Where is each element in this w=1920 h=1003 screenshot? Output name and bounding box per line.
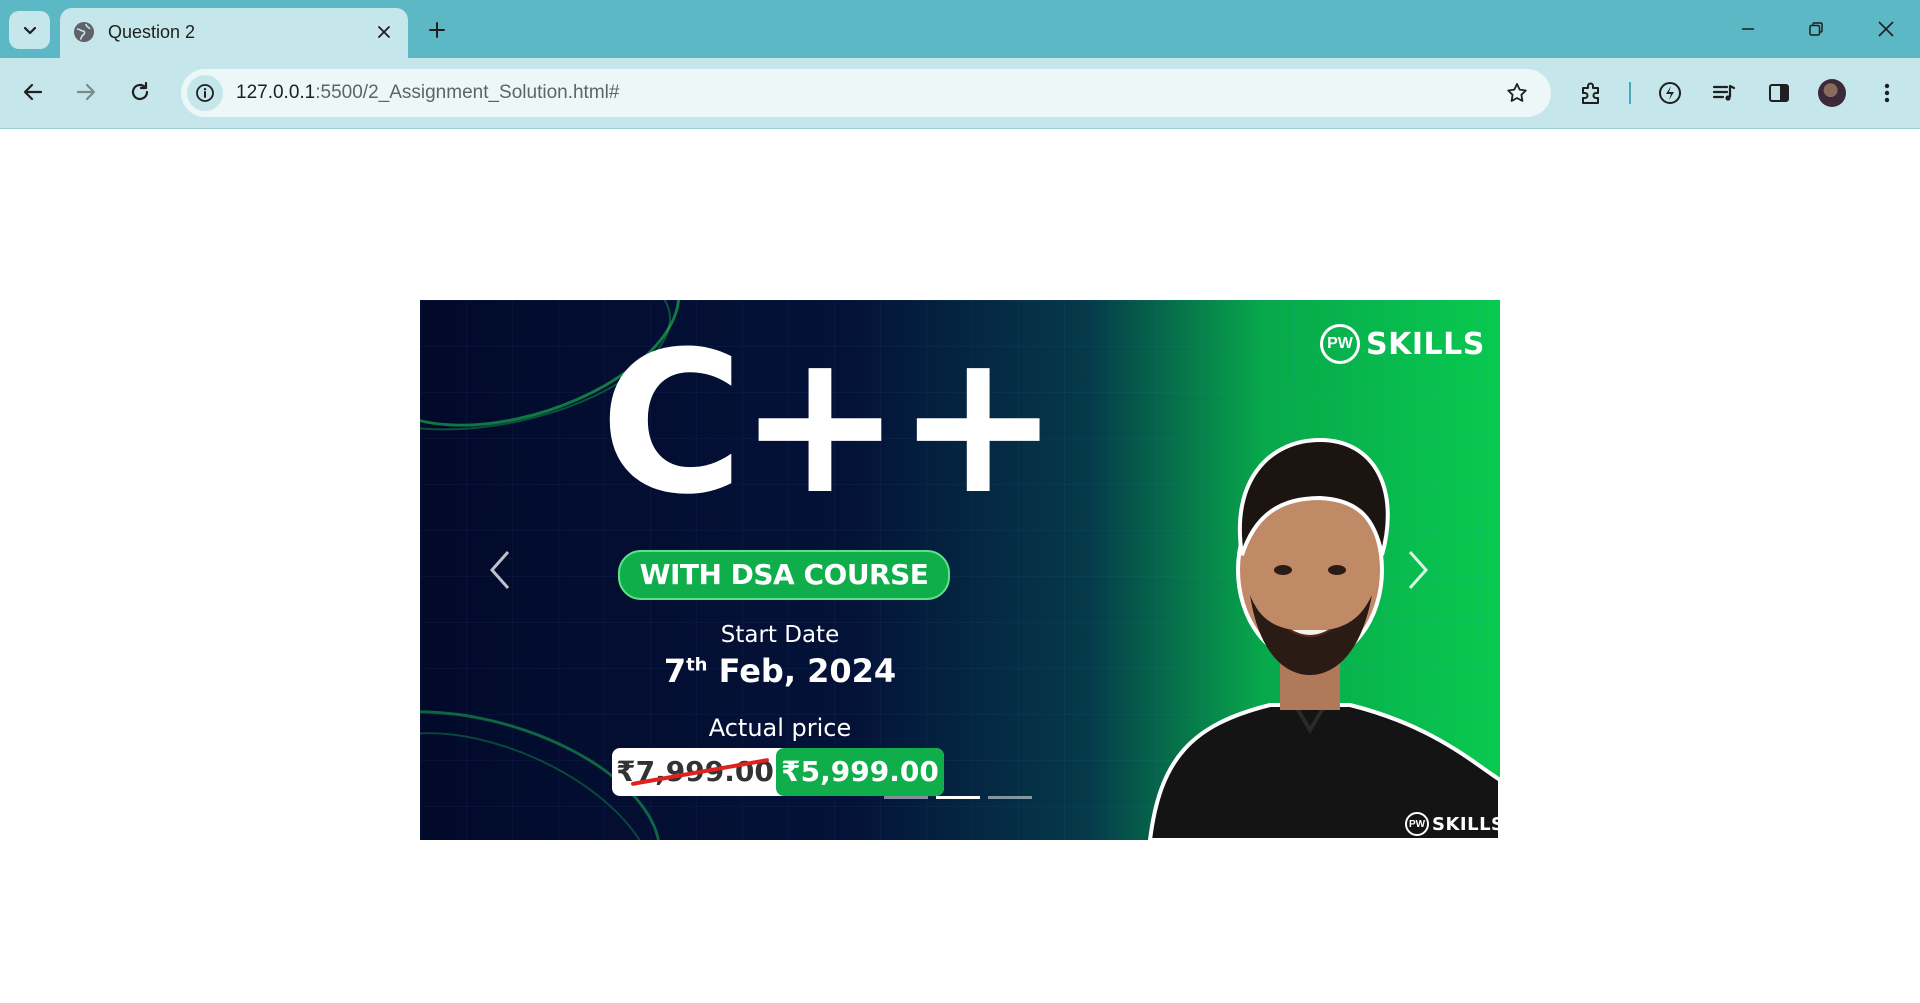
back-icon (23, 83, 43, 101)
extensions-icon (1582, 82, 1599, 104)
tab-list-icon (23, 26, 36, 35)
media-icon (1712, 84, 1736, 101)
carousel-prev-button[interactable] (470, 530, 530, 610)
watermark-logo: PW SKILLS (1405, 812, 1500, 836)
carousel-next-button[interactable] (1388, 530, 1448, 610)
new-tab-button[interactable] (420, 13, 454, 47)
browser-menu-button[interactable] (1869, 75, 1905, 111)
plus-icon (429, 22, 445, 38)
forward-icon (76, 83, 96, 101)
carousel-indicators (884, 796, 1032, 799)
tab-search-button[interactable] (9, 11, 50, 49)
reload-button[interactable] (120, 72, 160, 112)
menu-icon (1884, 83, 1890, 103)
price-label: Actual price (708, 714, 852, 742)
brand-mark-icon: PW (1320, 324, 1360, 364)
url-host: 127.0.0.1 (236, 82, 316, 103)
performance-icon (1659, 82, 1681, 104)
tab-active[interactable]: Question 2 (60, 8, 408, 58)
bookmark-button[interactable] (1503, 79, 1531, 107)
date-suffix: th (686, 654, 708, 676)
carousel-indicator[interactable] (884, 796, 928, 799)
restore-icon (1809, 22, 1823, 36)
forward-button[interactable] (66, 72, 106, 112)
chevron-left-icon (489, 551, 510, 589)
globe-icon (74, 22, 94, 42)
course-heading: C++ (600, 310, 1060, 538)
course-carousel: C++ WITH DSA COURSE Start Date 7th Feb, … (420, 300, 1500, 840)
media-controls-button[interactable] (1706, 75, 1742, 111)
date-day: 7 (663, 652, 687, 690)
back-button[interactable] (13, 72, 53, 112)
close-window-button[interactable] (1862, 8, 1910, 50)
url-text: 127.0.0.1:5500/2_Assignment_Solution.htm… (236, 82, 619, 104)
performance-button[interactable] (1652, 75, 1688, 111)
close-icon (1878, 21, 1894, 37)
tab-title: Question 2 (108, 22, 196, 42)
watermark-mark-icon: PW (1405, 812, 1429, 836)
restore-button[interactable] (1792, 8, 1840, 50)
start-date-value: 7th Feb, 2024 (600, 652, 960, 690)
site-info-button[interactable] (187, 75, 223, 111)
watermark-text: SKILLS (1432, 813, 1500, 835)
close-icon (378, 26, 390, 38)
side-panel-button[interactable] (1761, 75, 1797, 111)
address-bar[interactable]: 127.0.0.1:5500/2_Assignment_Solution.htm… (181, 69, 1551, 117)
profile-avatar[interactable] (1818, 79, 1846, 107)
carousel-indicator[interactable] (988, 796, 1032, 799)
carousel-slide: C++ WITH DSA COURSE Start Date 7th Feb, … (420, 300, 1500, 840)
reload-icon (131, 81, 149, 101)
extensions-button[interactable] (1573, 75, 1609, 111)
brand-name: SKILLS (1366, 326, 1485, 362)
course-badge: WITH DSA COURSE (618, 550, 950, 600)
date-month-year: Feb, 2024 (707, 652, 897, 690)
price-box: ₹7,999.00 ₹5,999.00 (612, 748, 944, 796)
browser-toolbar: 127.0.0.1:5500/2_Assignment_Solution.htm… (0, 58, 1920, 129)
side-panel-icon (1769, 84, 1789, 102)
toolbar-divider (1629, 82, 1631, 104)
url-path: :5500/2_Assignment_Solution.html# (315, 82, 620, 103)
minimize-button[interactable] (1724, 8, 1772, 50)
tab-close-button[interactable] (370, 18, 398, 46)
info-icon (196, 84, 214, 102)
chevron-right-icon (1408, 551, 1429, 589)
presenter-image (1147, 437, 1500, 840)
minimize-icon (1742, 28, 1754, 30)
start-date-label: Start Date (720, 622, 840, 648)
tab-bar: Question 2 (0, 0, 1920, 58)
brand-logo: PW SKILLS (1320, 322, 1485, 366)
carousel-indicator[interactable] (936, 796, 980, 799)
new-price: ₹5,999.00 (776, 748, 944, 796)
star-icon (1507, 83, 1527, 102)
